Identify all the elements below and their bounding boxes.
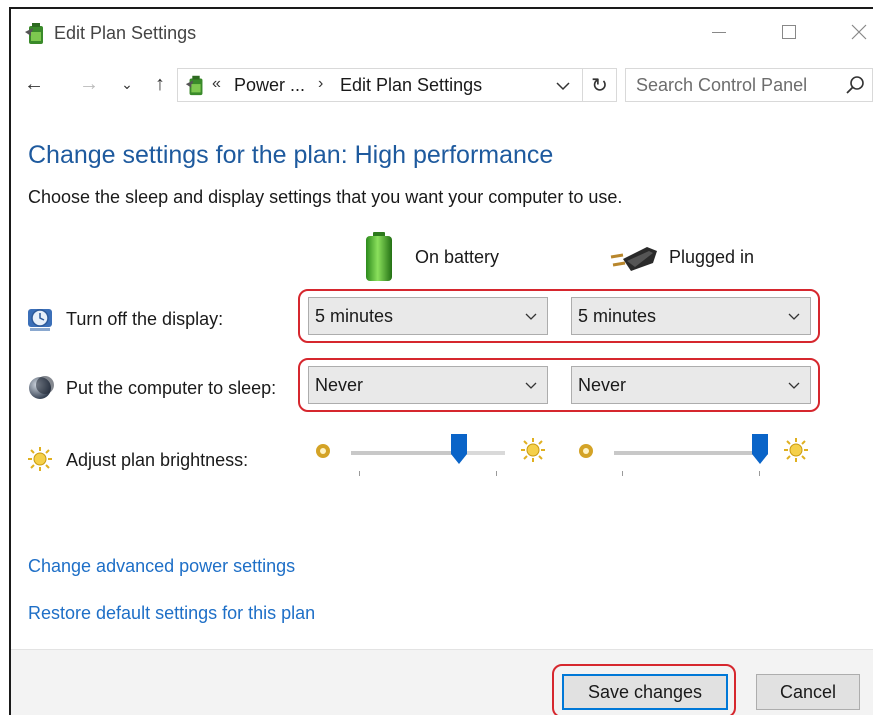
plugged-in-label: Plugged in: [669, 247, 755, 267]
save-changes-button[interactable]: Save changes: [562, 674, 728, 710]
back-arrow-icon[interactable]: ←: [21, 71, 47, 97]
search-input[interactable]: Search Control Panel: [625, 68, 873, 102]
search-icon[interactable]: [844, 74, 866, 96]
slider-tick: [496, 471, 497, 476]
power-options-icon: [185, 75, 203, 96]
sleep-label: Put the computer to sleep:: [66, 378, 277, 398]
power-options-icon: [25, 23, 43, 44]
breadcrumb-separator-icon[interactable]: ›: [318, 75, 323, 93]
display-plugged-select[interactable]: 5 minutes: [571, 297, 811, 335]
on-battery-label: On battery: [415, 247, 500, 267]
brightness-low-icon: [316, 444, 330, 458]
window-title: Edit Plan Settings: [54, 23, 197, 43]
sleep-plugged-select[interactable]: Never: [571, 366, 811, 404]
cancel-button[interactable]: Cancel: [756, 674, 860, 710]
turn-off-display-label: Turn off the display:: [66, 309, 224, 329]
brightness-high-icon: [784, 438, 808, 462]
slider-fill: [614, 451, 760, 455]
brightness-plugged-slider[interactable]: [574, 434, 819, 480]
display-timer-icon: [28, 309, 52, 331]
maximize-icon[interactable]: [769, 17, 809, 47]
slider-thumb[interactable]: [450, 434, 467, 464]
adjust-brightness-label: Adjust plan brightness:: [66, 450, 249, 470]
minimize-icon[interactable]: [699, 17, 739, 47]
battery-icon: [366, 232, 392, 281]
display-plugged-value: 5 minutes: [578, 306, 657, 326]
slider-thumb[interactable]: [752, 434, 768, 464]
forward-arrow-icon[interactable]: →: [76, 71, 102, 97]
edit-plan-settings-window: Edit Plan Settings ← → ⌄ ↑ « Power ... ›…: [9, 7, 873, 715]
advanced-power-settings-link[interactable]: Change advanced power settings: [28, 556, 295, 577]
restore-defaults-link[interactable]: Restore default settings for this plan: [28, 603, 315, 624]
display-battery-value: 5 minutes: [315, 306, 394, 326]
slider-tick: [759, 471, 760, 476]
brightness-sun-icon: [28, 447, 52, 471]
chevron-down-icon: [525, 313, 537, 320]
sleep-plugged-value: Never: [578, 375, 627, 395]
address-dropdown-icon[interactable]: [556, 81, 570, 91]
close-icon[interactable]: [839, 17, 873, 47]
chevron-down-icon: [788, 313, 800, 320]
breadcrumb-edit-plan-settings[interactable]: Edit Plan Settings: [340, 75, 482, 96]
slider-tick: [359, 471, 360, 476]
breadcrumb-overflow-icon[interactable]: «: [212, 75, 221, 93]
chevron-down-icon: [525, 382, 537, 389]
brightness-low-icon: [579, 444, 593, 458]
up-arrow-icon[interactable]: ↑: [147, 71, 173, 97]
refresh-icon[interactable]: ↻: [583, 68, 617, 102]
breadcrumb-power-options[interactable]: Power ...: [234, 75, 305, 96]
brightness-high-icon: [521, 438, 545, 462]
page-title: Change settings for the plan: High perfo…: [28, 141, 554, 169]
chevron-down-icon: [788, 382, 800, 389]
slider-tick: [622, 471, 623, 476]
recent-locations-chevron-icon[interactable]: ⌄: [114, 71, 140, 97]
page-description: Choose the sleep and display settings th…: [28, 187, 623, 207]
slider-fill: [351, 451, 459, 455]
sleep-battery-value: Never: [315, 375, 364, 395]
brightness-battery-slider[interactable]: [311, 434, 551, 480]
search-placeholder: Search Control Panel: [636, 75, 808, 95]
title-bar: Edit Plan Settings: [11, 9, 873, 55]
sleep-battery-select[interactable]: Never: [308, 366, 548, 404]
address-bar[interactable]: « Power ... › Edit Plan Settings: [177, 68, 583, 102]
dialog-footer: Save changes Cancel: [11, 649, 873, 715]
navigation-bar: ← → ⌄ ↑ « Power ... › Edit Plan Settings…: [11, 63, 873, 105]
sleep-moon-icon: [29, 376, 54, 399]
display-battery-select[interactable]: 5 minutes: [308, 297, 548, 335]
plug-icon: [610, 247, 657, 271]
